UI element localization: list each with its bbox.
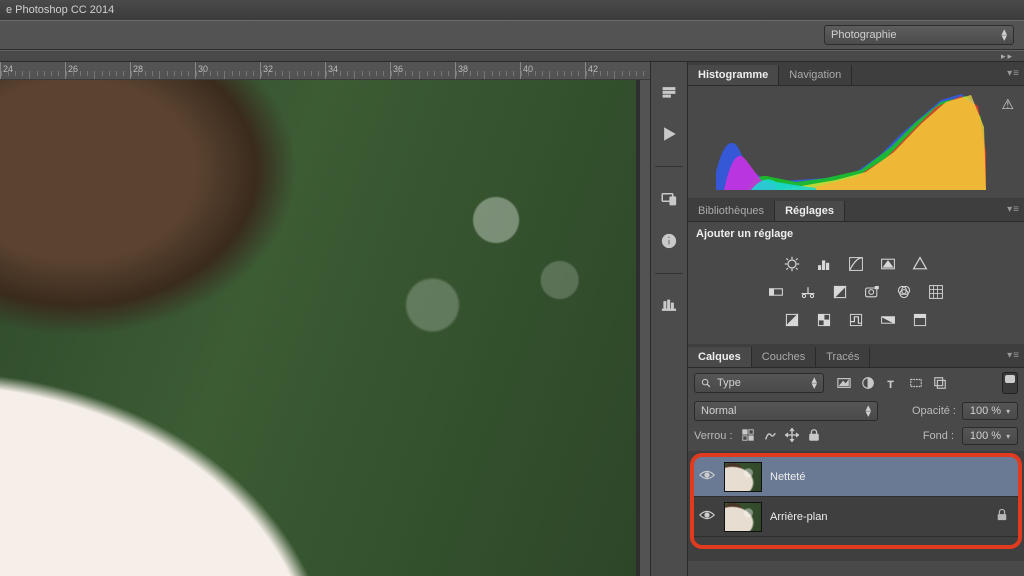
- photo-filter-icon[interactable]: [861, 282, 883, 302]
- adjustments-panel: [688, 246, 1024, 344]
- panel-menu-icon[interactable]: ▾≡: [1007, 68, 1020, 79]
- color-balance-icon[interactable]: [797, 282, 819, 302]
- layer-filter-type-select[interactable]: Type ▴▾: [694, 373, 824, 393]
- layer-row[interactable]: Netteté: [694, 457, 1018, 497]
- layers-list: Netteté Arrière-plan: [688, 451, 1024, 561]
- blend-opacity-row: Normal ▴▾ Opacité : 100 %: [688, 398, 1024, 424]
- histogram-graph: [716, 92, 986, 190]
- dropdown-arrows-icon: ▴▾: [1001, 29, 1007, 41]
- lock-position-icon[interactable]: [785, 428, 799, 445]
- tab-bibliotheques[interactable]: Bibliothèques: [688, 201, 775, 221]
- search-icon: [701, 378, 712, 389]
- tab-couches[interactable]: Couches: [752, 347, 816, 367]
- panel-menu-icon[interactable]: ▾≡: [1007, 204, 1020, 215]
- invert-icon[interactable]: [781, 310, 803, 330]
- workspace-value: Photographie: [831, 29, 896, 41]
- histogram-warning-icon[interactable]: ⚠: [1001, 96, 1014, 113]
- workspace-selector[interactable]: Photographie ▴▾: [824, 25, 1014, 45]
- layer-name[interactable]: Netteté: [770, 471, 805, 483]
- filter-pixel-icon[interactable]: [836, 375, 852, 391]
- selective-color-icon[interactable]: [909, 310, 931, 330]
- tab-histogramme[interactable]: Histogramme: [688, 65, 779, 85]
- filter-toggle[interactable]: [1002, 372, 1018, 394]
- add-adjustment-label: Ajouter un réglage: [688, 222, 1024, 246]
- posterize-icon[interactable]: [813, 310, 835, 330]
- layer-name[interactable]: Arrière-plan: [770, 511, 827, 523]
- black-white-icon[interactable]: [829, 282, 851, 302]
- collapsed-panel-dock: [650, 62, 688, 576]
- brightness-contrast-icon[interactable]: [781, 254, 803, 274]
- info-icon[interactable]: [656, 229, 682, 253]
- actions-play-icon[interactable]: [656, 122, 682, 146]
- filter-smartobject-icon[interactable]: [932, 375, 948, 391]
- layer-row[interactable]: Arrière-plan: [694, 497, 1018, 537]
- canvas-area: 24 26 28 30 32 34 36 38 40 42: [0, 62, 650, 576]
- layers-tabs: Calques Couches Tracés ▾≡: [688, 344, 1024, 368]
- panel-menu-icon[interactable]: ▾≡: [1007, 350, 1020, 361]
- blend-mode-value: Normal: [701, 405, 736, 417]
- lock-image-icon[interactable]: [763, 428, 777, 445]
- channel-mixer-icon[interactable]: [893, 282, 915, 302]
- opacity-label: Opacité :: [912, 405, 956, 417]
- filter-shape-icon[interactable]: [908, 375, 924, 391]
- device-preview-icon[interactable]: [656, 187, 682, 211]
- threshold-icon[interactable]: [845, 310, 867, 330]
- dropdown-arrows-icon: ▴▾: [865, 405, 871, 417]
- levels-icon[interactable]: [813, 254, 835, 274]
- horizontal-ruler: 24 26 28 30 32 34 36 38 40 42: [0, 62, 650, 80]
- blend-mode-select[interactable]: Normal ▴▾: [694, 401, 878, 421]
- panels-column: Histogramme Navigation ▾≡ ⚠ Bibliothèque…: [688, 62, 1024, 576]
- svg-text:T: T: [888, 379, 894, 390]
- filter-type-text-icon[interactable]: T: [884, 375, 900, 391]
- dropdown-arrows-icon: ▴▾: [811, 377, 817, 389]
- layer-thumbnail[interactable]: [724, 462, 762, 492]
- gradient-map-icon[interactable]: [877, 310, 899, 330]
- histogram-panel: ⚠: [688, 86, 1024, 198]
- curves-icon[interactable]: [845, 254, 867, 274]
- layer-locked-icon: [996, 508, 1008, 525]
- lock-fill-row: Verrou : Fond : 100 %: [688, 424, 1024, 451]
- layer-filter-row: Type ▴▾ T: [688, 368, 1024, 398]
- color-lookup-icon[interactable]: [925, 282, 947, 302]
- exposure-icon[interactable]: [877, 254, 899, 274]
- filter-type-label: Type: [717, 377, 741, 389]
- vibrance-icon[interactable]: [909, 254, 931, 274]
- lock-label: Verrou :: [694, 430, 733, 442]
- document-canvas[interactable]: [0, 80, 640, 576]
- visibility-eye-icon[interactable]: [698, 469, 716, 484]
- tab-navigation[interactable]: Navigation: [779, 65, 852, 85]
- tab-reglages[interactable]: Réglages: [775, 201, 845, 221]
- histogram-tabs: Histogramme Navigation ▾≡: [688, 62, 1024, 86]
- lock-transparency-icon[interactable]: [741, 428, 755, 445]
- hue-saturation-icon[interactable]: [765, 282, 787, 302]
- tab-calques[interactable]: Calques: [688, 347, 752, 367]
- app-title: e Photoshop CC 2014: [6, 4, 114, 16]
- fill-label: Fond :: [923, 430, 954, 442]
- tab-traces[interactable]: Tracés: [816, 347, 870, 367]
- opacity-input[interactable]: 100 %: [962, 402, 1018, 420]
- visibility-eye-icon[interactable]: [698, 509, 716, 524]
- panel-collapse-strip[interactable]: ▸▸: [0, 50, 1024, 62]
- filter-adjustment-icon[interactable]: [860, 375, 876, 391]
- options-bar: Photographie ▴▾: [0, 20, 1024, 50]
- libraries-tabs: Bibliothèques Réglages ▾≡: [688, 198, 1024, 222]
- fill-input[interactable]: 100 %: [962, 427, 1018, 445]
- layer-thumbnail[interactable]: [724, 502, 762, 532]
- paragraph-icon[interactable]: [656, 294, 682, 318]
- lock-all-icon[interactable]: [807, 428, 821, 445]
- history-icon[interactable]: [656, 80, 682, 104]
- title-bar: e Photoshop CC 2014: [0, 0, 1024, 20]
